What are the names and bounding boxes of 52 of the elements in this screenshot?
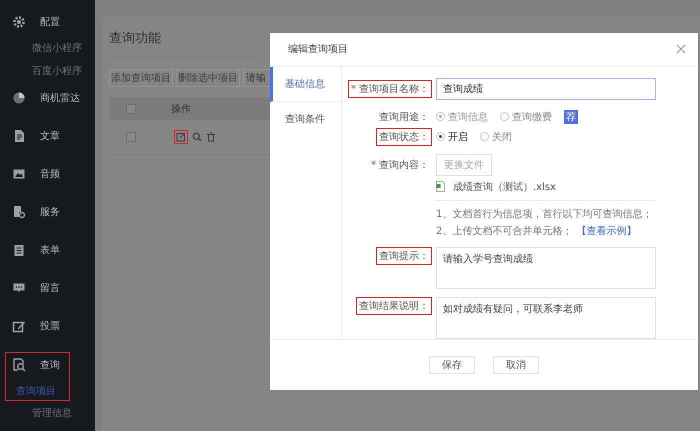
sidebar-item[interactable]: 音频 bbox=[40, 167, 60, 181]
column-header: 操作 bbox=[171, 103, 191, 116]
tab[interactable]: 查询条件 bbox=[270, 102, 341, 136]
text-area[interactable]: 如对成绩有疑问，可联系李老师 bbox=[436, 296, 656, 339]
field-label: 查询状态： bbox=[376, 128, 432, 146]
dialog-title: 编辑查询项目 bbox=[288, 42, 348, 56]
tag: 荐 bbox=[564, 110, 578, 124]
text-area[interactable]: 请输入学号查询成绩 bbox=[436, 246, 656, 289]
radio-option[interactable]: 开启 bbox=[436, 130, 468, 144]
field-label: * 查询项目名称： bbox=[348, 80, 432, 98]
image-icon bbox=[12, 167, 26, 181]
input-field[interactable]: 查询成绩 bbox=[436, 78, 656, 100]
page-title: 查询功能 bbox=[109, 29, 259, 58]
dialog-button[interactable]: 取消 bbox=[493, 356, 539, 374]
radio-option[interactable]: 查询缴费 bbox=[500, 110, 552, 124]
checkbox[interactable] bbox=[126, 132, 136, 142]
tab[interactable]: 基础信息 bbox=[270, 66, 341, 102]
sidebar-item[interactable]: 留言 bbox=[40, 281, 60, 295]
clipboard-icon bbox=[12, 243, 26, 257]
document-gear-icon bbox=[12, 205, 26, 219]
sidebar-item[interactable]: 配置 bbox=[40, 15, 60, 29]
document-icon bbox=[12, 129, 26, 143]
radio-option[interactable]: 关闭 bbox=[480, 130, 512, 144]
pie-chart-icon bbox=[12, 91, 26, 105]
sidebar-item[interactable]: 查询 bbox=[40, 358, 60, 372]
field-label: 查询提示： bbox=[376, 246, 432, 265]
file-name[interactable]: 成绩查询（测试）.xlsx bbox=[453, 180, 556, 194]
magnifier-document-icon bbox=[12, 358, 26, 372]
field-label: 查询结果说明： bbox=[356, 296, 432, 315]
sidebar-subitem[interactable]: 百度小程序 bbox=[0, 65, 82, 79]
chat-bubble-icon bbox=[12, 281, 26, 295]
sidebar-subitem[interactable]: 微信小程序 bbox=[0, 42, 82, 56]
sidebar-item[interactable]: 商机雷达 bbox=[40, 91, 80, 105]
trash-icon[interactable] bbox=[206, 132, 216, 142]
close-icon[interactable] bbox=[676, 44, 686, 54]
checkbox[interactable] bbox=[126, 104, 136, 114]
sidebar-item[interactable]: 服务 bbox=[40, 205, 60, 219]
gear-icon bbox=[12, 15, 26, 29]
note-text: 1、文档首行为信息项，首行以下均可查询信息； bbox=[436, 208, 654, 221]
field-label: * 查询内容： bbox=[370, 158, 430, 173]
sidebar-item[interactable]: 管理信息 bbox=[0, 406, 72, 420]
sidebar-item[interactable]: 表单 bbox=[40, 243, 60, 257]
sidebar-item[interactable]: 投票 bbox=[40, 319, 60, 333]
example-link[interactable]: 【查看示例】 bbox=[576, 224, 636, 238]
search-icon[interactable] bbox=[192, 132, 202, 142]
sidebar-item[interactable]: 文章 bbox=[40, 129, 60, 143]
dialog-button[interactable]: 保存 bbox=[429, 356, 475, 374]
note-text: 2、上传文档不可合并单元格； bbox=[436, 224, 572, 238]
field-label: 查询用途： bbox=[378, 110, 430, 125]
edit-icon[interactable] bbox=[174, 130, 188, 144]
spreadsheet-file-icon bbox=[436, 181, 445, 192]
pencil-box-icon bbox=[12, 319, 26, 333]
